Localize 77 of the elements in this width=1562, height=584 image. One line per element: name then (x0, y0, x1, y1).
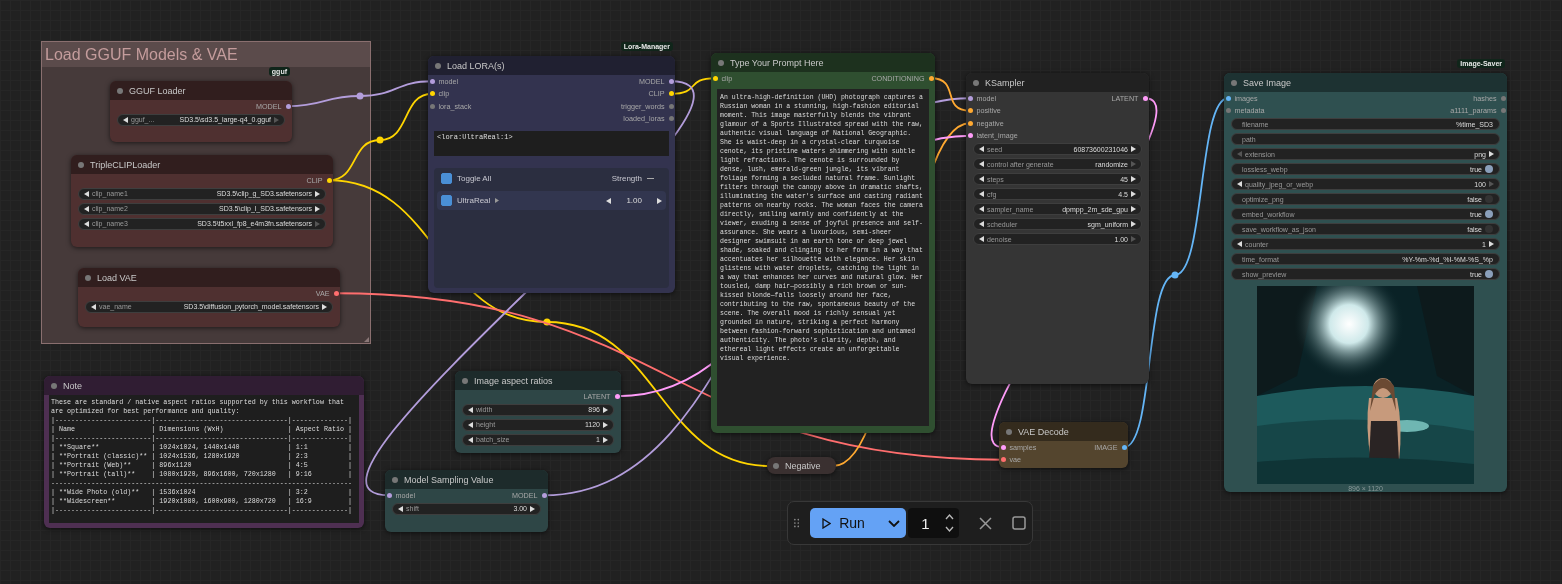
node-title: Image aspect ratios (474, 375, 553, 386)
run-button[interactable]: Run (810, 508, 882, 538)
circle-icon (85, 274, 91, 281)
node-title: KSampler (985, 77, 1025, 88)
output-dot[interactable] (668, 116, 674, 122)
stop-button[interactable] (1012, 516, 1026, 530)
toggle-all-label: Toggle All (457, 174, 492, 183)
circle-icon (78, 161, 84, 168)
output-dot[interactable] (541, 492, 547, 498)
circle-icon (773, 462, 779, 469)
strength-value: 1.00 (625, 196, 643, 205)
circle-icon (51, 382, 57, 389)
input-dot[interactable] (1225, 95, 1231, 101)
square-icon (1012, 516, 1026, 530)
circle-icon (462, 377, 468, 384)
caret-icon (495, 198, 500, 203)
dash-icon (647, 177, 654, 180)
lora-name: UltraReal (457, 196, 491, 205)
output-dot[interactable] (668, 91, 674, 97)
input-dot[interactable] (1000, 444, 1006, 450)
node-title: GGUF Loader (129, 85, 186, 96)
output-dot[interactable] (326, 177, 332, 183)
input-dot[interactable] (1225, 108, 1231, 114)
output-dot[interactable] (928, 75, 934, 81)
node-title: TripleCLIPLoader (90, 159, 161, 170)
output-dot[interactable] (1500, 108, 1506, 114)
input-dot[interactable] (967, 120, 973, 126)
input-dot[interactable] (967, 133, 973, 139)
chevron-down-icon (887, 519, 900, 527)
circle-icon (435, 62, 441, 69)
lora-row[interactable]: UltraReal 1.00 (437, 191, 666, 210)
node-title: Load VAE (97, 272, 137, 283)
drag-handle-icon (794, 518, 800, 528)
input-dot[interactable] (429, 103, 435, 109)
circle-icon (973, 79, 979, 86)
dropdown-button[interactable] (881, 508, 907, 538)
play-icon (822, 517, 832, 529)
circle-icon (117, 87, 123, 94)
node-title: Note (63, 380, 82, 391)
count-field[interactable]: 1 (908, 508, 959, 538)
circle-icon (392, 476, 398, 483)
circle-icon (1006, 428, 1012, 435)
output-dot[interactable] (668, 78, 674, 84)
node-title: Save Image (1243, 77, 1292, 88)
input-dot[interactable] (429, 91, 435, 97)
input-dot[interactable] (1000, 457, 1006, 463)
output-dot[interactable] (614, 393, 620, 399)
left-arrow-icon (606, 197, 612, 204)
output-dot[interactable] (285, 103, 291, 109)
node-title: Model Sampling Value (404, 474, 494, 485)
close-icon (979, 516, 992, 530)
output-dot[interactable] (1142, 95, 1148, 101)
chevron-down-icon (945, 526, 954, 532)
circle-icon (1231, 79, 1237, 86)
input-dot[interactable] (967, 108, 973, 114)
input-dot[interactable] (386, 492, 392, 498)
group-title: Load GGUF Models & VAE (45, 45, 238, 64)
count-value: 1 (921, 514, 930, 532)
circle-icon (718, 59, 724, 66)
output-dot[interactable] (333, 290, 339, 296)
chevron-up-icon (945, 514, 954, 520)
output-dot[interactable] (668, 103, 674, 109)
node-title: Negative (785, 460, 821, 471)
node-title: Load LORA(s) (447, 60, 505, 71)
input-dot[interactable] (712, 75, 718, 81)
checkbox[interactable] (441, 173, 452, 184)
input-dot[interactable] (429, 78, 435, 84)
close-button[interactable] (979, 516, 992, 530)
checkbox[interactable] (441, 195, 452, 206)
strength-label: Strength (611, 174, 642, 183)
input-dot[interactable] (967, 95, 973, 101)
right-arrow-icon (657, 197, 662, 204)
output-dot[interactable] (1500, 95, 1506, 101)
note-text-area[interactable] (49, 395, 359, 523)
output-dot[interactable] (1121, 444, 1127, 450)
node-title: Type Your Prompt Here (730, 57, 824, 68)
node-title: VAE Decode (1018, 426, 1069, 437)
